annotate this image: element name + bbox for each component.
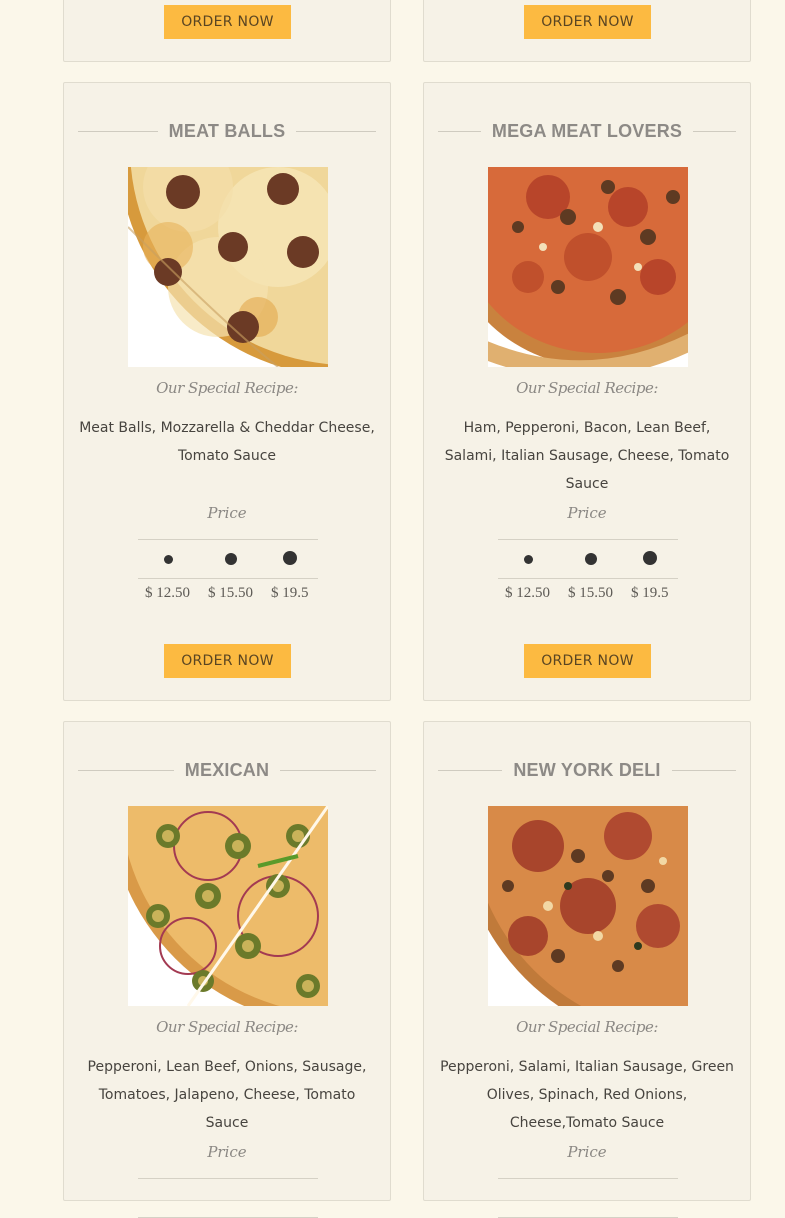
price-large: $ 19.5 [271,585,309,601]
size-prices: $ 12.50 $ 15.50 $ 19.5 [138,585,318,605]
size-prices: $ 12.50 $ 15.50 $ 19.5 [498,585,678,605]
price-large: $ 19.5 [631,585,669,601]
size-small-icon[interactable] [524,555,533,564]
title-divider-right [693,130,736,132]
pizza-title: MEGA MEAT LOVERS [491,120,683,141]
title-divider-left [438,130,481,132]
price-label: Price [567,504,607,522]
special-recipe-label: Our Special Recipe: [516,379,658,397]
order-now-button[interactable]: ORDER NOW [164,644,291,678]
size-selector [138,1178,318,1218]
pizza-image-mega-meat-lovers[interactable] [488,167,688,367]
price-label: Price [207,504,247,522]
pizza-image-new-york-deli[interactable] [488,806,688,1006]
title-divider-left [78,769,174,771]
card-title-row: NEW YORK DELI [438,758,736,782]
title-divider-left [78,130,158,132]
pizza-card-mexican: MEXICAN Our Special Recipe: Pepperoni, L… [63,721,391,1218]
title-divider-right [671,769,736,771]
size-medium-icon[interactable] [585,553,597,565]
pizza-card-meat-balls: MEAT BALLS Our Special Recipe: Meat Ball… [63,82,391,701]
size-small-icon[interactable] [164,555,173,564]
size-large-icon[interactable] [283,551,297,565]
size-selector [138,539,318,579]
order-now-button[interactable]: ORDER NOW [524,644,651,678]
pizza-title: NEW YORK DELI [513,759,661,780]
pizza-ingredients: Pepperoni, Lean Beef, Onions, Sausage, T… [87,1059,367,1131]
pizza-ingredients: Ham, Pepperoni, Bacon, Lean Beef, Salami… [444,420,730,492]
size-selector [498,1178,678,1218]
title-divider-right [296,130,376,132]
pizza-title: MEXICAN [184,759,270,780]
title-divider-right [280,769,376,771]
order-now-button[interactable]: ORDER NOW [164,5,291,39]
pizza-card-new-york-deli: NEW YORK DELI Our Special Recipe: Pepper… [423,721,751,1218]
price-small: $ 12.50 [505,585,550,601]
price-label: Price [567,1143,607,1161]
special-recipe-label: Our Special Recipe: [156,379,298,397]
pizza-title: MEAT BALLS [168,120,286,141]
size-selector [498,539,678,579]
special-recipe-label: Our Special Recipe: [156,1018,298,1036]
special-recipe-label: Our Special Recipe: [516,1018,658,1036]
price-medium: $ 15.50 [568,585,613,601]
price-label: Price [207,1143,247,1161]
pizza-card-mega-meat-lovers: MEGA MEAT LOVERS Our Special Recipe: Ham… [423,82,751,701]
order-now-button[interactable]: ORDER NOW [524,5,651,39]
card-title-row: MEXICAN [78,758,376,782]
pizza-ingredients: Pepperoni, Salami, Italian Sausage, Gree… [440,1059,734,1131]
pizza-card-partial-left: ORDER NOW [63,0,391,62]
price-medium: $ 15.50 [208,585,253,601]
pizza-card-partial-right: ORDER NOW [423,0,751,62]
pizza-image-meat-balls[interactable] [128,167,328,367]
price-small: $ 12.50 [145,585,190,601]
pizza-image-mexican[interactable] [128,806,328,1006]
pizza-ingredients: Meat Balls, Mozzarella & Cheddar Cheese,… [79,420,375,464]
size-large-icon[interactable] [643,551,657,565]
title-divider-left [438,769,503,771]
card-title-row: MEGA MEAT LOVERS [438,119,736,143]
card-title-row: MEAT BALLS [78,119,376,143]
size-medium-icon[interactable] [225,553,237,565]
